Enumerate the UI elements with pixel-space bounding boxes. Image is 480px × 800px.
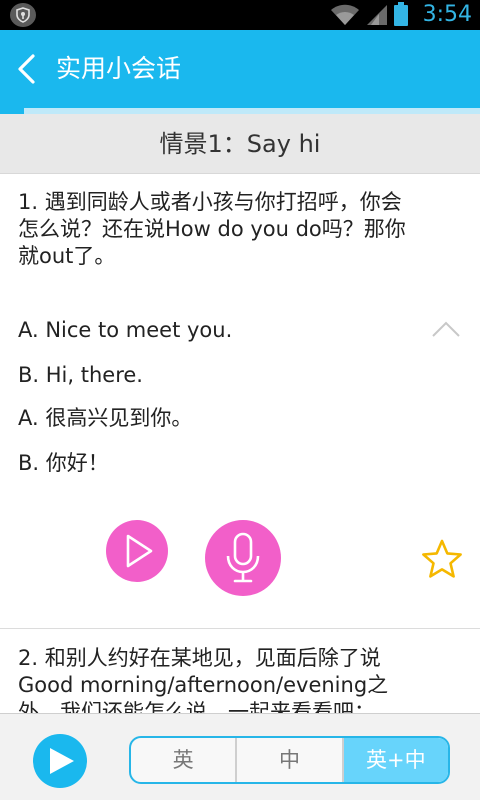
chevron-up-icon[interactable] bbox=[432, 321, 460, 337]
status-time: 3:54 bbox=[422, 2, 472, 27]
record-button[interactable] bbox=[205, 520, 281, 596]
shield-icon bbox=[10, 3, 36, 27]
page-title: 实用小会话 bbox=[56, 54, 182, 83]
bottom-bar: 英 中 英+中 bbox=[0, 713, 480, 800]
dialog-line-1: A. Nice to meet you. bbox=[18, 318, 233, 342]
language-option-both[interactable]: 英+中 bbox=[343, 738, 448, 782]
lesson-content[interactable]: 1. 遇到同龄人或者小孩与你打招呼，你会 怎么说？还在说How do you d… bbox=[0, 175, 480, 713]
question-line: 怎么说？还在说How do you do吗？那你 bbox=[18, 217, 406, 241]
play-audio-button[interactable] bbox=[106, 520, 168, 582]
play-icon bbox=[50, 748, 74, 774]
title-bar: 实用小会话 bbox=[0, 30, 480, 108]
microphone-icon bbox=[226, 532, 260, 583]
play-icon bbox=[126, 534, 153, 568]
chevron-left-icon[interactable] bbox=[14, 54, 38, 84]
battery-icon bbox=[394, 2, 408, 26]
dialog-line-2: B. Hi, there. bbox=[18, 363, 143, 387]
play-all-button[interactable] bbox=[33, 734, 87, 788]
lesson-1-question: 1. 遇到同龄人或者小孩与你打招呼，你会 怎么说？还在说How do you d… bbox=[18, 189, 458, 270]
question-line: 2. 和别人约好在某地见，见面后除了说 bbox=[18, 646, 381, 670]
question-line: 1. 遇到同龄人或者小孩与你打招呼，你会 bbox=[18, 190, 402, 214]
star-icon[interactable] bbox=[420, 538, 464, 582]
status-bar: 3:54 bbox=[0, 0, 480, 30]
question-line: 外，我们还能怎么说，一起来看看吧： bbox=[18, 700, 375, 713]
question-line: Good morning/afternoon/evening之 bbox=[18, 673, 389, 697]
wifi-icon bbox=[331, 4, 359, 25]
signal-icon bbox=[367, 5, 387, 25]
question-line: 就out了。 bbox=[18, 244, 116, 268]
divider bbox=[0, 628, 480, 629]
status-icons bbox=[330, 2, 408, 26]
language-option-chinese[interactable]: 中 bbox=[237, 738, 344, 782]
scene-header: 情景1：Say hi bbox=[0, 114, 480, 174]
dialog-line-4: B. 你好！ bbox=[18, 451, 109, 475]
dialog-line-3: A. 很高兴见到你。 bbox=[18, 406, 193, 430]
lesson-2-question: 2. 和别人约好在某地见，见面后除了说 Good morning/afterno… bbox=[18, 645, 458, 713]
language-option-english[interactable]: 英 bbox=[131, 738, 238, 782]
language-toggle[interactable]: 英 中 英+中 bbox=[129, 736, 450, 784]
